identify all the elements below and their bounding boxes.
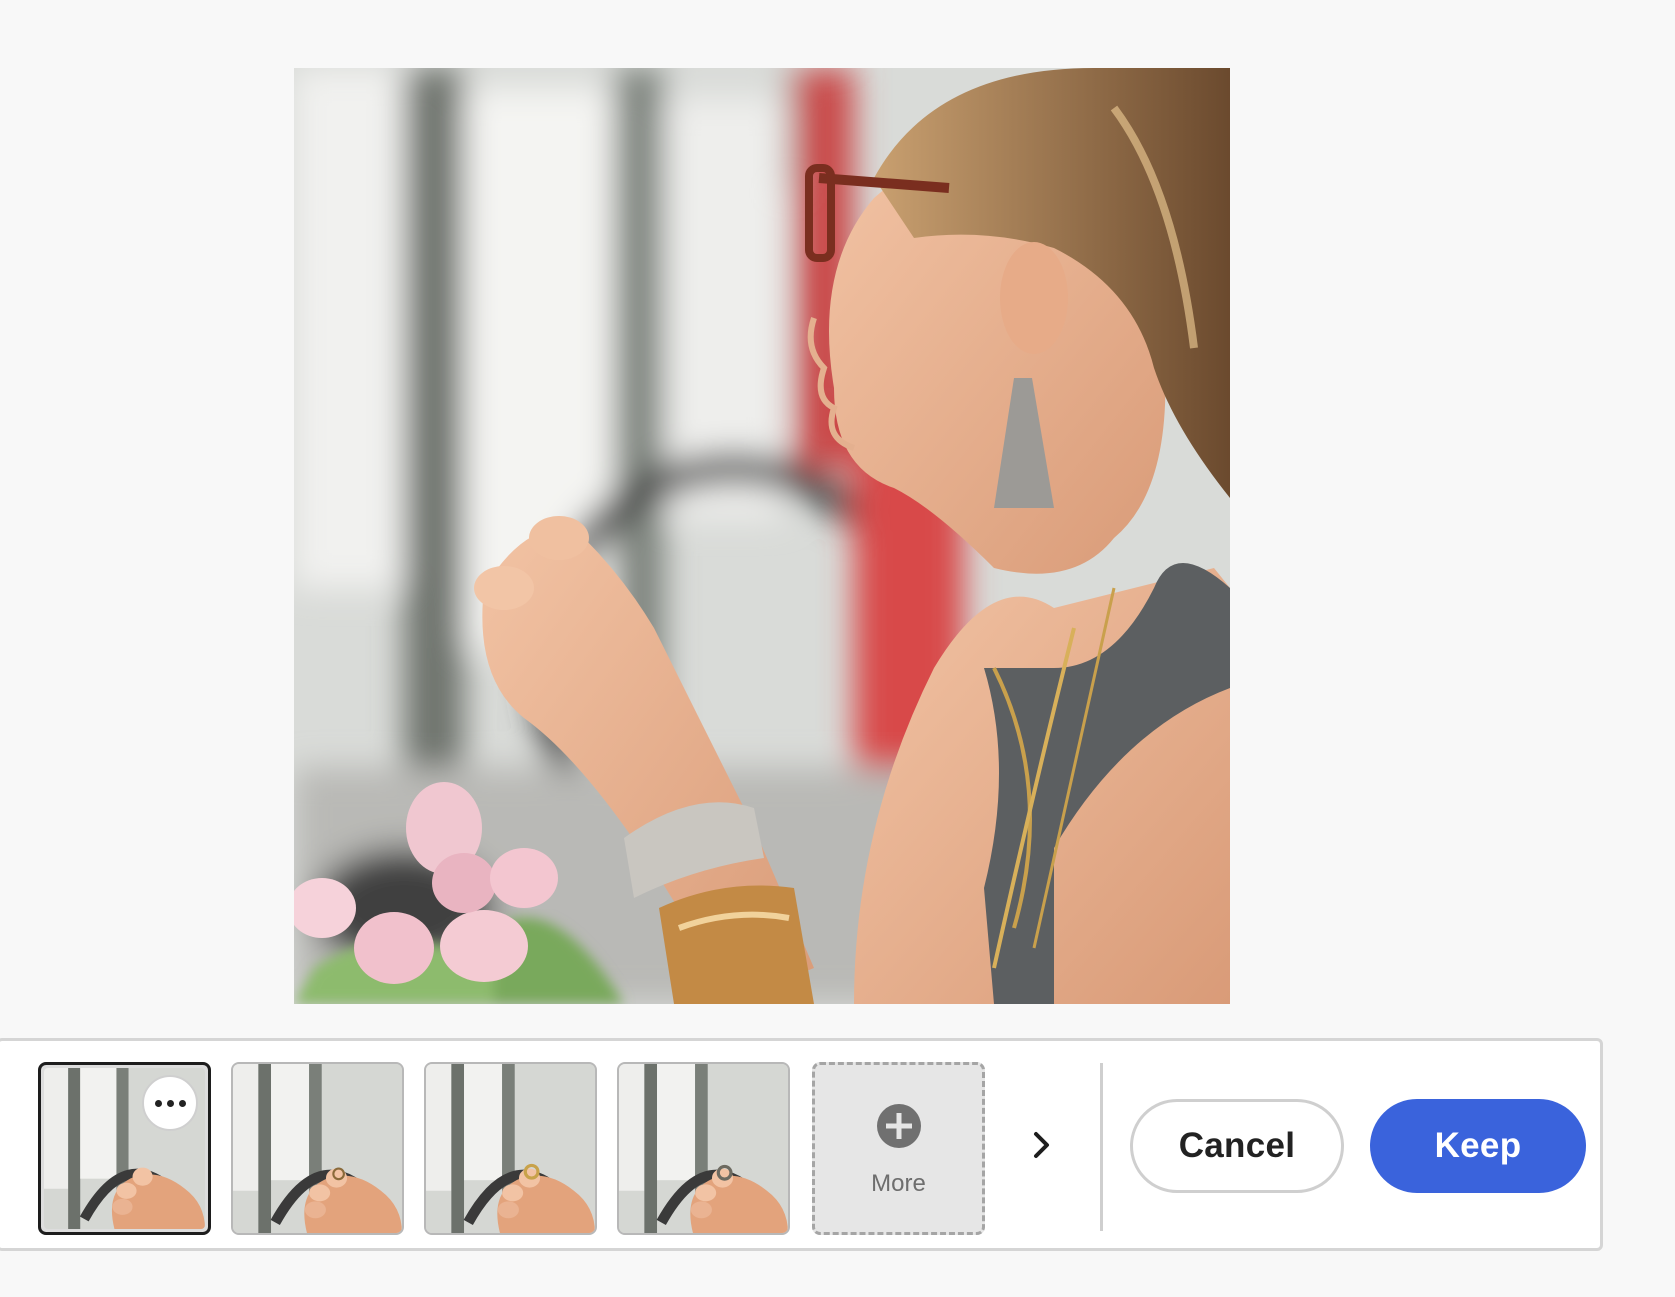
chevron-right-icon[interactable] [1024, 1127, 1060, 1163]
variation-thumbnail-image [233, 1064, 402, 1233]
ellipsis-icon[interactable] [142, 1075, 198, 1131]
more-variations-label: More [871, 1169, 926, 1197]
variation-thumbnail-1[interactable] [38, 1062, 211, 1235]
variations-toolbar: More Cancel Keep [0, 1038, 1603, 1251]
keep-button[interactable]: Keep [1370, 1099, 1586, 1193]
plus-circle-icon [876, 1103, 921, 1148]
variation-thumbnail-4[interactable] [617, 1062, 790, 1235]
variation-thumbnail-image [426, 1064, 595, 1233]
variation-thumbnail-2[interactable] [231, 1062, 404, 1235]
toolbar-divider [1100, 1063, 1103, 1231]
variation-thumbnail-3[interactable] [424, 1062, 597, 1235]
variation-thumbnail-image [619, 1064, 788, 1233]
generative-variations-view: More Cancel Keep [0, 0, 1675, 1297]
more-variations-button[interactable]: More [812, 1062, 985, 1235]
cancel-button[interactable]: Cancel [1130, 1099, 1344, 1193]
main-preview-image [294, 68, 1230, 1004]
